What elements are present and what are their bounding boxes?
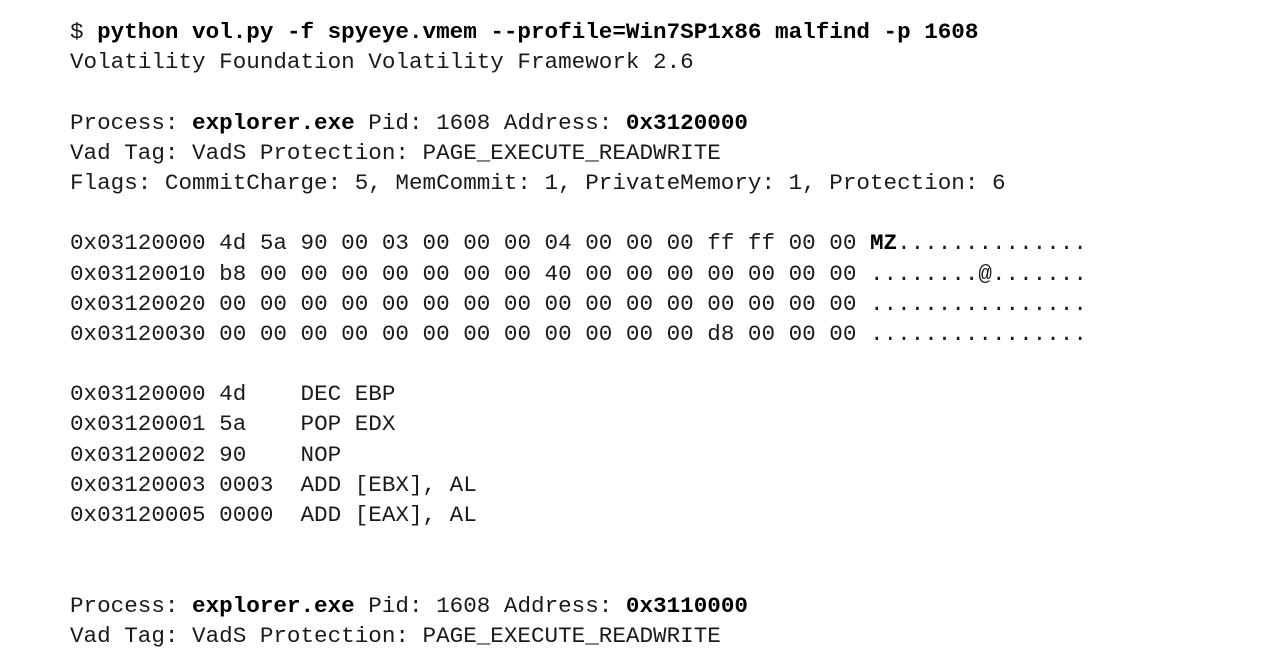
disasm-row: 0x03120005 0000 ADD [EAX], AL — [70, 500, 1258, 530]
pid-label: Pid: — [368, 592, 423, 619]
hexdump-ascii: ................ — [869, 320, 1087, 347]
prompt-symbol: $ — [70, 19, 84, 45]
address-value: 0x3110000 — [625, 592, 748, 619]
process-name: explorer.exe — [192, 109, 355, 136]
disasm-instruction: DEC EBP — [300, 381, 396, 408]
command-line: $ python vol.py -f spyeye.vmem --profile… — [70, 17, 1258, 47]
process-line-2: Process: explorer.exe Pid: 1608 Address:… — [70, 591, 1258, 621]
hexdump-ascii-highlight: MZ — [869, 230, 898, 257]
hexdump-row: 0x03120030 00 00 00 00 00 00 00 00 00 00… — [70, 319, 1258, 349]
process-label: Process: — [70, 592, 179, 619]
hexdump-bytes: b8 00 00 00 00 00 00 00 40 00 00 00 00 0… — [219, 260, 857, 287]
pid-value: 1608 — [436, 592, 491, 619]
disasm-bytes: 4d — [219, 381, 247, 408]
disasm-instruction: ADD [EBX], AL — [300, 471, 477, 498]
hexdump-address: 0x03120020 — [70, 290, 206, 317]
disasm-address: 0x03120003 — [70, 471, 206, 498]
disasm-instruction: NOP — [300, 441, 342, 468]
hexdump-bytes: 00 00 00 00 00 00 00 00 00 00 00 00 d8 0… — [219, 320, 857, 347]
vad-line-1: Vad Tag: VadS Protection: PAGE_EXECUTE_R… — [70, 139, 721, 166]
address-value: 0x3120000 — [625, 109, 748, 136]
disasm-bytes: 5a — [219, 411, 247, 438]
disasm-row: 0x03120002 90 NOP — [70, 440, 1258, 470]
vad-line-2: Vad Tag: VadS Protection: PAGE_EXECUTE_R… — [70, 622, 721, 649]
disasm-address: 0x03120005 — [70, 502, 206, 528]
process-line-1: Process: explorer.exe Pid: 1608 Address:… — [70, 108, 1258, 138]
disasm-instruction: POP EDX — [300, 411, 396, 438]
hexdump-ascii: .............. — [897, 230, 1087, 257]
disasm-bytes: 0003 — [219, 471, 274, 498]
disasm-address: 0x03120000 — [70, 381, 206, 408]
disasm-row: 0x03120001 5a POP EDX — [70, 409, 1258, 439]
hexdump-bytes: 00 00 00 00 00 00 00 00 00 00 00 00 00 0… — [219, 290, 857, 317]
hexdump-row: 0x03120020 00 00 00 00 00 00 00 00 00 00… — [70, 289, 1258, 319]
hexdump-address: 0x03120030 — [70, 320, 206, 347]
pid-value: 1608 — [436, 109, 491, 136]
process-label: Process: — [70, 109, 179, 136]
disasm-instruction: ADD [EAX], AL — [300, 502, 477, 528]
hexdump-address: 0x03120000 — [70, 230, 206, 257]
address-label: Address: — [503, 109, 613, 136]
hexdump-ascii: ................ — [869, 290, 1087, 317]
disasm-bytes: 0000 — [219, 502, 274, 528]
disasm-row: 0x03120000 4d DEC EBP — [70, 379, 1258, 409]
terminal-output: $ python vol.py -f spyeye.vmem --profile… — [70, 17, 1258, 668]
disasm-row: 0x03120003 0003 ADD [EBX], AL — [70, 470, 1258, 500]
address-label: Address: — [503, 592, 613, 619]
pid-label: Pid: — [368, 109, 423, 136]
hexdump-address: 0x03120010 — [70, 260, 206, 287]
hexdump-row: 0x03120000 4d 5a 90 00 03 00 00 00 04 00… — [70, 228, 1258, 258]
flags-line-1: Flags: CommitCharge: 5, MemCommit: 1, Pr… — [70, 169, 1006, 196]
hexdump-row: 0x03120010 b8 00 00 00 00 00 00 00 40 00… — [70, 259, 1258, 289]
hexdump-ascii: ........@....... — [869, 260, 1087, 287]
disasm-address: 0x03120001 — [70, 411, 206, 438]
command-text: python vol.py -f spyeye.vmem --profile=W… — [97, 19, 979, 45]
disasm-address: 0x03120002 — [70, 441, 206, 468]
banner-line: Volatility Foundation Volatility Framewo… — [70, 49, 694, 76]
hexdump-bytes: 4d 5a 90 00 03 00 00 00 04 00 00 00 ff f… — [219, 230, 857, 257]
process-name: explorer.exe — [192, 592, 355, 619]
disasm-bytes: 90 — [219, 441, 247, 468]
